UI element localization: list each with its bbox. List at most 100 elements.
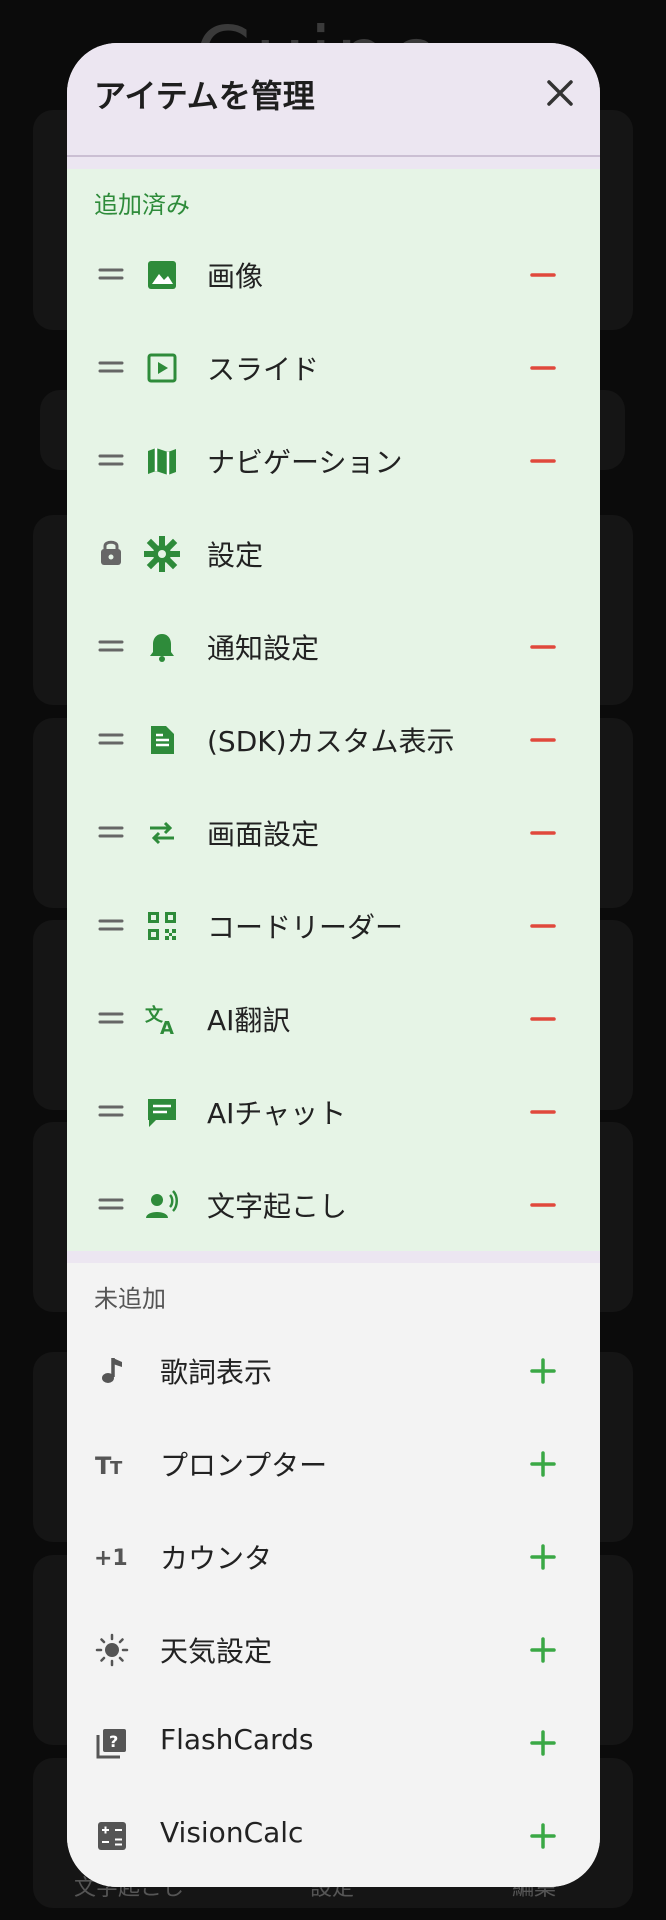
item-label: AI翻訳 [207,1004,291,1037]
remove-item-button[interactable] [526,258,560,292]
close-button[interactable] [540,73,580,113]
added-item-row[interactable]: 画面設定 [67,786,600,879]
add-icon [530,1544,556,1570]
added-item-row[interactable]: 文字起こし [67,1158,600,1251]
not-added-item-row[interactable]: 歌詞表示 [67,1324,600,1417]
item-label: FlashCards [160,1723,314,1756]
add-item-button[interactable] [526,1819,560,1853]
header-divider-strip [67,157,600,169]
dialog-header: アイテムを管理 [67,43,600,157]
drag-handle[interactable] [98,261,124,287]
remove-item-button[interactable] [526,723,560,757]
qr-code-icon [144,908,180,944]
document-icon [144,722,180,758]
translate-icon: 文A [144,1001,180,1039]
item-label: プロンプター [160,1449,328,1482]
remove-icon [530,1203,556,1207]
add-item-button[interactable] [526,1726,560,1760]
remove-icon [530,366,556,370]
drag-handle[interactable] [98,1191,124,1217]
add-item-button[interactable] [526,1354,560,1388]
added-item-row[interactable]: (SDK)カスタム表示 [67,693,600,786]
drag-handle[interactable] [98,1005,124,1031]
remove-item-button[interactable] [526,816,560,850]
added-item-row[interactable]: 通知設定 [67,600,600,693]
lock-icon [101,540,121,565]
item-label: 天気設定 [160,1635,273,1668]
remove-item-button[interactable] [526,351,560,385]
not-added-item-row[interactable]: ? FlashCards [67,1696,600,1789]
dialog-title: アイテムを管理 [94,77,315,115]
drag-handle-icon [98,1012,124,1024]
remove-item-button[interactable] [526,1002,560,1036]
slideshow-icon [144,350,180,386]
add-icon [530,1730,556,1756]
plus-one-icon: +1 [94,1539,130,1575]
calculator-icon [94,1818,130,1854]
remove-item-button[interactable] [526,630,560,664]
add-icon [530,1451,556,1477]
drag-handle[interactable] [98,633,124,659]
svg-text:A: A [160,1018,174,1037]
added-item-row[interactable]: コードリーダー [67,879,600,972]
remove-item-button[interactable] [526,1095,560,1129]
item-label: 画像 [207,260,264,293]
swap-arrows-icon [144,815,180,851]
drag-handle-icon [98,361,124,373]
remove-item-button[interactable] [526,444,560,478]
map-icon [144,443,180,479]
not-added-item-row[interactable]: 天気設定 [67,1603,600,1696]
drag-handle-icon [98,1198,124,1210]
drag-handle[interactable] [98,354,124,380]
chat-icon [144,1094,180,1130]
item-label: AIチャット [207,1097,347,1130]
not-added-item-row[interactable]: T T プロンプター [67,1417,600,1510]
add-item-button[interactable] [526,1633,560,1667]
added-item-row[interactable]: 画像 [67,228,600,321]
drag-handle[interactable] [98,447,124,473]
added-item-row[interactable]: AIチャット [67,1065,600,1158]
remove-icon [530,459,556,463]
added-item-row[interactable]: 設定 [67,507,600,600]
add-item-button[interactable] [526,1447,560,1481]
bell-icon [144,629,180,665]
drag-handle[interactable] [98,1098,124,1124]
remove-icon [530,831,556,835]
remove-icon [530,645,556,649]
not-added-item-row[interactable]: +1 カウンタ [67,1510,600,1603]
added-item-row[interactable]: スライド [67,321,600,414]
drag-handle[interactable] [98,912,124,938]
item-label: 画面設定 [207,818,320,851]
close-icon [547,80,573,106]
remove-item-button[interactable] [526,1188,560,1222]
remove-item-button[interactable] [526,909,560,943]
add-icon [530,1823,556,1849]
not-added-item-row[interactable]: VisionCalc [67,1789,600,1882]
drag-handle-icon [98,268,124,280]
add-item-button[interactable] [526,1540,560,1574]
item-label: 通知設定 [207,632,320,665]
section-divider-strip [67,1251,600,1263]
added-item-row[interactable]: 文 A AI翻訳 [67,972,600,1065]
gear-icon [144,536,180,572]
music-note-icon [94,1353,130,1389]
item-label: スライド [207,353,320,386]
item-label: 歌詞表示 [160,1356,273,1389]
remove-icon [530,273,556,277]
item-label: ナビゲーション [207,446,403,479]
drag-handle[interactable] [98,819,124,845]
image-icon [144,257,180,293]
not-added-section-label: 未追加 [94,1285,166,1313]
not-added-section: 未追加 歌詞表示 T T プロンプター +1 カウンタ天気設定 ? FlashCards Vis… [67,1263,600,1887]
add-icon [530,1358,556,1384]
voice-person-icon [144,1187,180,1223]
added-item-row[interactable]: ナビゲーション [67,414,600,507]
add-icon [530,1637,556,1663]
manage-items-dialog: アイテムを管理 追加済み 画像スライドナビゲーション設定通知設定 (SDK)カスタ… [67,43,600,1887]
drag-handle-icon [98,1105,124,1117]
item-label: 文字起こし [207,1190,348,1223]
drag-handle[interactable] [98,726,124,752]
added-section-label: 追加済み [94,191,190,219]
drag-handle-icon [98,733,124,745]
item-label: カウンタ [160,1542,273,1575]
